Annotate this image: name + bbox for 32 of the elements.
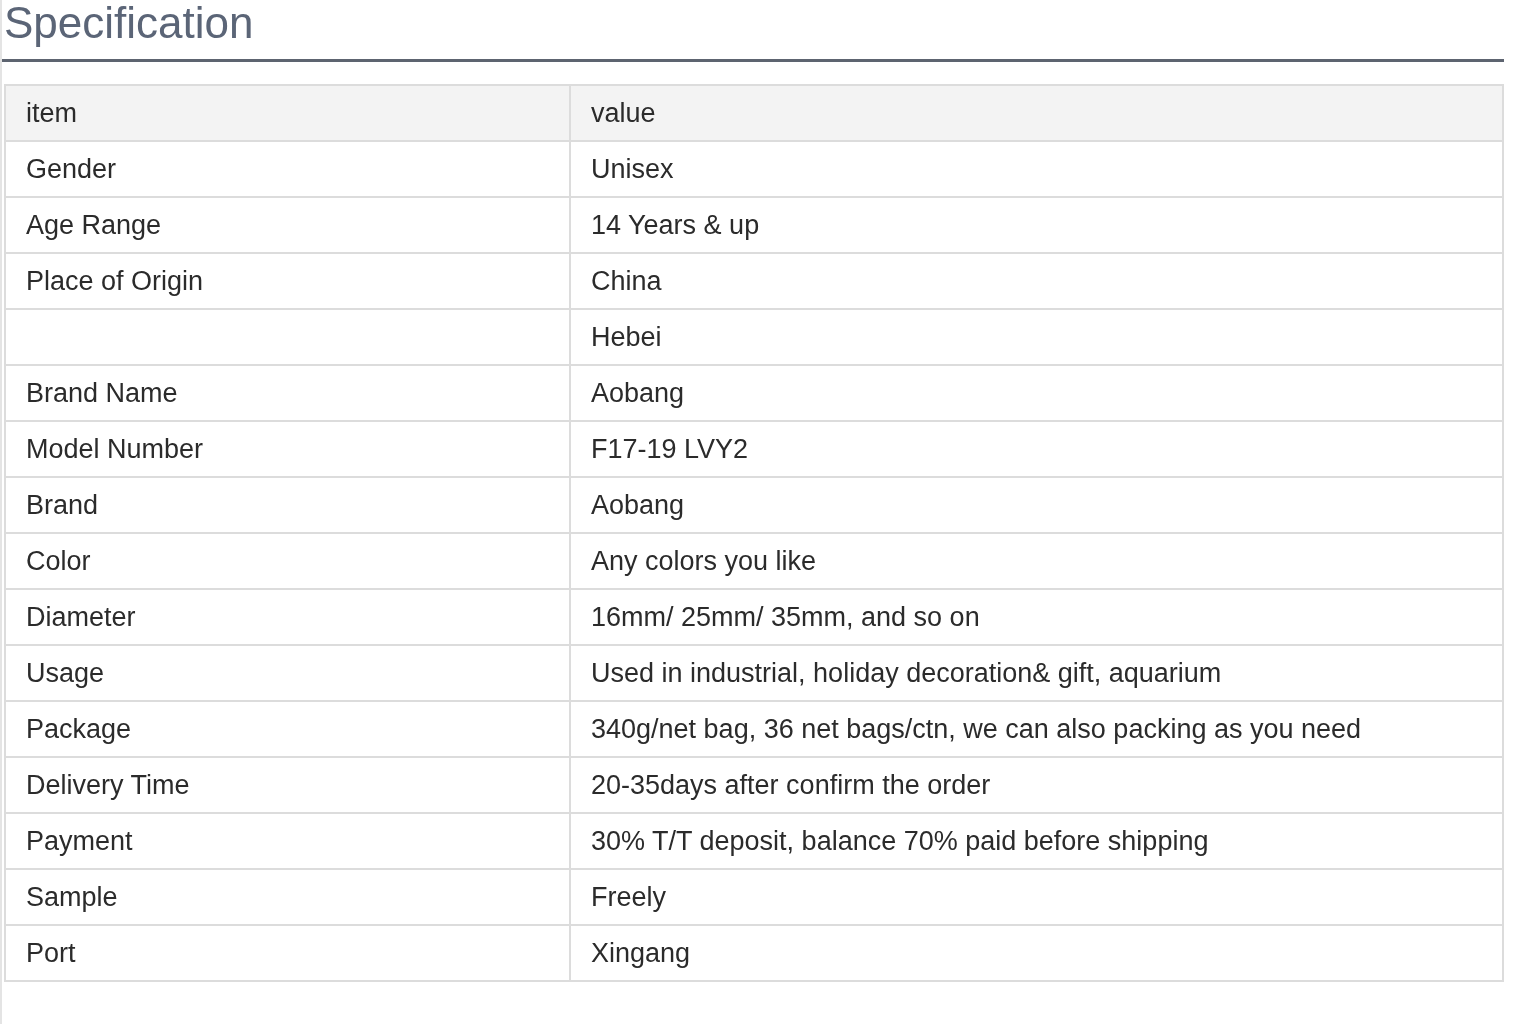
table-cell: Any colors you like [570,533,1503,589]
table-cell: China [570,253,1503,309]
table-cell: Color [5,533,570,589]
table-cell: Brand Name [5,365,570,421]
table-cell: 14 Years & up [570,197,1503,253]
table-cell: 30% T/T deposit, balance 70% paid before shipping [570,813,1503,869]
table-cell: Xingang [570,925,1503,981]
table-cell: Unisex [570,141,1503,197]
column-header: value [570,85,1503,141]
table-cell: Diameter [5,589,570,645]
table-cell: F17-19 LVY2 [570,421,1503,477]
table-cell: Model Number [5,421,570,477]
column-header: item [5,85,570,141]
table-cell: 16mm/ 25mm/ 35mm, and so on [570,589,1503,645]
table-cell: Aobang [570,477,1503,533]
table-cell: Port [5,925,570,981]
table-cell: Package [5,701,570,757]
page-heading: Specification [4,0,254,48]
table-cell: Aobang [570,365,1503,421]
table-cell: Payment [5,813,570,869]
table-cell: Used in industrial, holiday decoration& gift, aquarium [570,645,1503,701]
table-cell: Hebei [570,309,1503,365]
table-cell: Gender [5,141,570,197]
table-cell: 340g/net bag, 36 net bags/ctn, we can also packing as you need [570,701,1503,757]
table-cell: Sample [5,869,570,925]
table-cell: Usage [5,645,570,701]
table-cell: 20-35days after confirm the order [570,757,1503,813]
table-cell: Delivery Time [5,757,570,813]
table-cell: Place of Origin [5,253,570,309]
table-cell: Age Range [5,197,570,253]
table-cell: Freely [570,869,1503,925]
table-cell: Brand [5,477,570,533]
